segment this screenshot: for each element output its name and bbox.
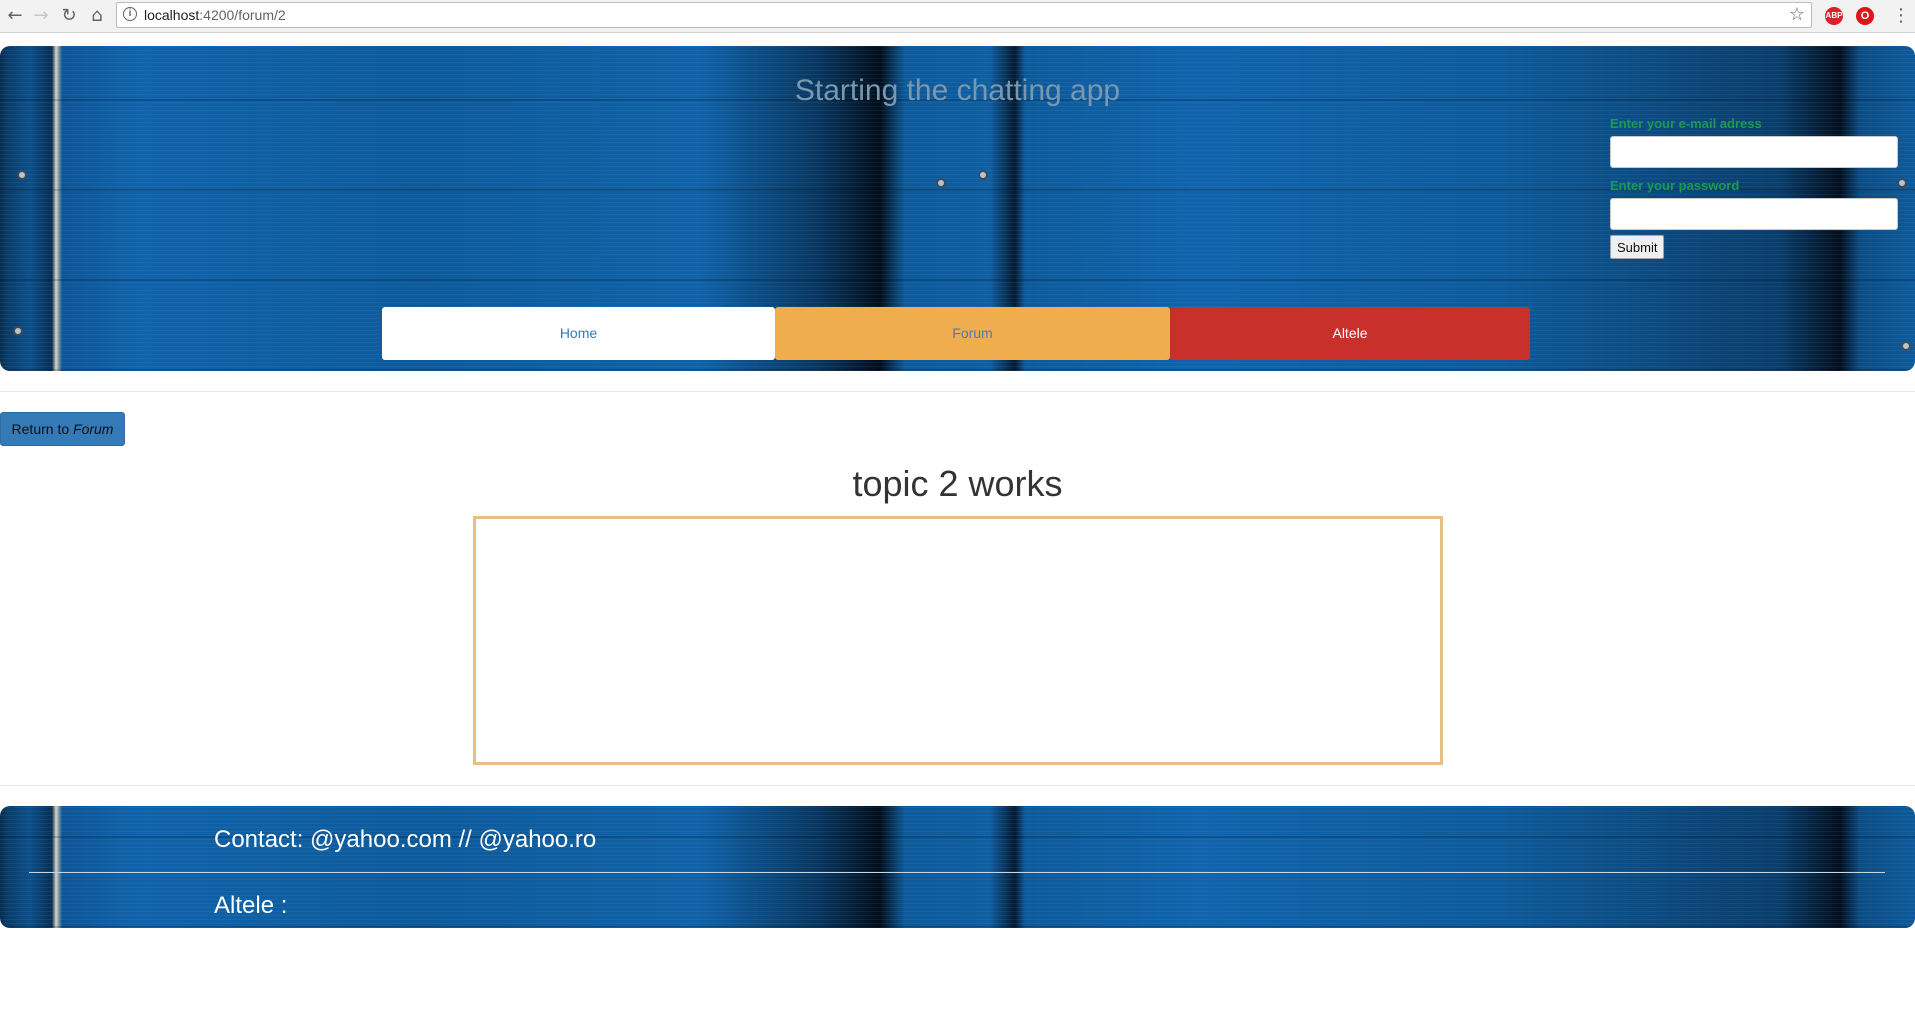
site-footer: Contact: @yahoo.com // @yahoo.ro Altele … — [0, 806, 1915, 928]
return-target: Forum — [73, 421, 114, 437]
screw-icon — [936, 178, 946, 188]
password-label: Enter your password — [1610, 178, 1740, 193]
return-to-forum-button[interactable]: Return to Forum — [0, 412, 125, 446]
nav-tab-forum[interactable]: Forum — [775, 307, 1170, 360]
footer-altele: Altele : — [214, 892, 288, 919]
login-form: Enter your e-mail adress Enter your pass… — [1610, 116, 1900, 259]
topic-content-box — [473, 516, 1443, 765]
screw-icon — [17, 170, 27, 180]
site-title: Starting the chatting app — [794, 74, 1121, 107]
topic-title: topic 2 works — [852, 463, 1063, 504]
nav-tab-home[interactable]: Home — [382, 307, 775, 360]
return-label: Return to — [11, 421, 74, 437]
forward-arrow-icon[interactable]: → — [30, 5, 52, 27]
password-field[interactable] — [1610, 198, 1898, 230]
email-field[interactable] — [1610, 136, 1898, 168]
url-path: :4200/forum/2 — [199, 7, 286, 23]
site-header: Starting the chatting app Enter your e-m… — [0, 46, 1915, 371]
reload-icon[interactable]: ↻ — [58, 5, 80, 27]
screw-icon — [13, 326, 23, 336]
opera-icon[interactable]: O — [1856, 7, 1874, 25]
footer-divider — [29, 872, 1885, 873]
adblock-plus-icon[interactable]: ABP — [1825, 7, 1843, 25]
address-bar[interactable]: i localhost:4200/forum/2 ☆ — [116, 2, 1812, 28]
url-text: localhost:4200/forum/2 — [144, 7, 286, 23]
email-label: Enter your e-mail adress — [1610, 116, 1762, 131]
browser-menu-icon[interactable]: ⋮ — [1892, 3, 1910, 29]
info-icon[interactable]: i — [123, 7, 137, 21]
bookmark-star-icon[interactable]: ☆ — [1789, 4, 1805, 25]
screw-icon — [978, 170, 988, 180]
footer-contact: Contact: @yahoo.com // @yahoo.ro — [214, 826, 597, 853]
nav-tab-altele[interactable]: Altele — [1170, 307, 1530, 360]
url-host: localhost — [144, 7, 200, 23]
browser-toolbar: ← → ↻ ⌂ i localhost:4200/forum/2 ☆ ABP O… — [0, 0, 1915, 33]
divider — [0, 785, 1915, 786]
home-icon[interactable]: ⌂ — [86, 5, 108, 27]
screw-icon — [1901, 341, 1911, 351]
divider — [0, 391, 1915, 392]
back-arrow-icon[interactable]: ← — [4, 5, 26, 27]
submit-button[interactable]: Submit — [1610, 235, 1665, 259]
